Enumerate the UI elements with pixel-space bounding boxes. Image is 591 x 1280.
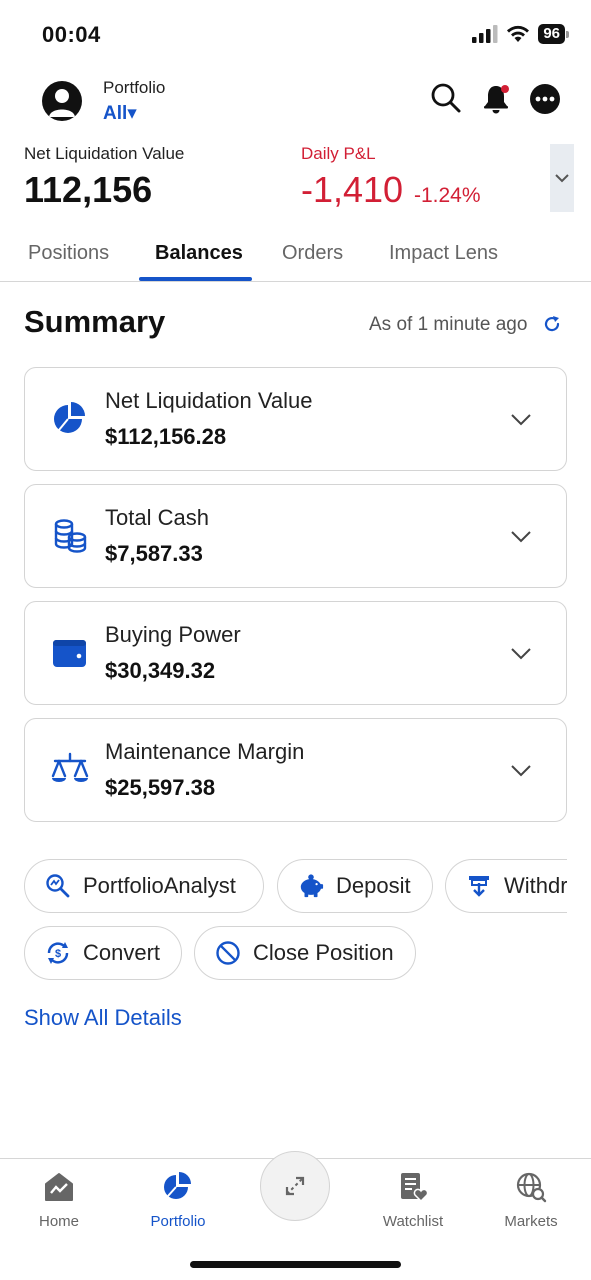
battery-tip [566,30,569,38]
search-button[interactable] [428,80,464,116]
analyst-icon [46,874,70,898]
nav-label: Portfolio [150,1213,206,1230]
daily-pnl-percent: -1.24% [414,184,481,207]
account-totals: Net Liquidation Value 112,156 Daily P&L … [0,140,591,216]
nlv-label: Net Liquidation Value [24,144,185,163]
convert-button[interactable]: $ Convert [24,926,182,980]
app-header: Portfolio All▾ [0,72,591,132]
chevron-down-icon [511,531,531,543]
chevron-down-icon [555,174,569,183]
currency-convert-icon: $ [47,942,69,964]
pill-label: PortfolioAnalyst [83,873,236,898]
card-buying-power[interactable]: Buying Power $30,349.32 [24,601,567,705]
card-label: Maintenance Margin [105,739,305,764]
coins-icon [54,519,87,553]
expand-arrows-icon [285,1176,305,1196]
pill-label: Withdraw [504,873,567,898]
home-chart-icon [45,1173,73,1201]
card-value: $7,587.33 [105,541,203,566]
card-value: $25,597.38 [105,775,216,800]
bottom-nav: Home Portfolio Watchlist Markets [0,1151,591,1280]
piggy-bank-icon [300,874,324,898]
status-time: 00:04 [42,22,101,47]
pill-label: Deposit [336,873,411,898]
daily-pnl-value: -1,410 [301,169,404,210]
show-all-details-link[interactable]: Show All Details [24,1005,182,1031]
signal-icon [472,25,498,43]
svg-text:$: $ [55,948,61,960]
nav-markets[interactable]: Markets [481,1171,581,1230]
more-icon [535,96,555,102]
nav-portfolio[interactable]: Portfolio [128,1171,228,1230]
summary-timestamp: As of 1 minute ago [369,314,528,335]
chevron-down-icon [511,648,531,660]
nlv-value: 112,156 [24,169,153,210]
close-position-button[interactable]: Close Position [194,926,416,980]
expand-totals-button[interactable] [550,144,574,212]
tab-impact-lens[interactable]: Impact Lens [389,242,498,265]
tab-positions[interactable]: Positions [28,242,109,265]
pie-chart-icon [54,402,85,433]
card-label: Total Cash [105,505,209,530]
battery-indicator: 96 [538,24,569,44]
battery-level: 96 [538,24,565,44]
nav-label: Watchlist [382,1213,444,1230]
card-net-liquidation-value[interactable]: Net Liquidation Value $112,156.28 [24,367,567,471]
pill-label: Close Position [253,940,394,965]
watchlist-icon [401,1173,429,1203]
daily-pnl-label: Daily P&L [301,144,376,163]
card-maintenance-margin[interactable]: Maintenance Margin $25,597.38 [24,718,567,822]
card-value: $30,349.32 [105,658,216,683]
tab-balances[interactable]: Balances [155,242,243,265]
bell-icon [484,85,509,114]
withdraw-icon [469,876,489,897]
more-button[interactable] [530,84,560,114]
card-label: Net Liquidation Value [105,388,313,413]
scale-icon [51,752,89,782]
active-tab-indicator [139,277,252,281]
portfolio-selector[interactable]: All▾ [103,102,137,125]
withdraw-button[interactable]: Withdraw [445,859,567,913]
portfolio-caption: Portfolio [103,78,166,97]
wifi-icon [507,25,530,42]
refresh-icon[interactable] [542,314,562,334]
expand-trade-button[interactable] [260,1151,330,1221]
avatar[interactable] [42,81,82,121]
nav-label: Markets [504,1213,558,1230]
pill-label: Convert [83,940,161,965]
summary-title: Summary [24,304,166,339]
search-icon [431,83,461,113]
user-icon [49,89,75,117]
nav-watchlist[interactable]: Watchlist [363,1171,463,1230]
globe-search-icon [516,1172,547,1203]
status-bar: 00:04 96 [0,0,591,70]
portfolioanalyst-button[interactable]: PortfolioAnalyst [24,859,264,913]
card-value: $112,156.28 [105,424,227,449]
notifications-button[interactable] [478,80,514,116]
prohibited-icon [216,941,240,965]
card-label: Buying Power [105,622,241,647]
nav-label: Home [38,1213,79,1230]
home-indicator [190,1261,401,1268]
card-total-cash[interactable]: Total Cash $7,587.33 [24,484,567,588]
nav-home[interactable]: Home [9,1171,109,1230]
chevron-down-icon [511,414,531,426]
deposit-button[interactable]: Deposit [277,859,433,913]
wallet-icon [53,640,86,667]
status-icons: 96 [472,24,569,44]
pie-chart-icon [164,1172,191,1199]
portfolio-tabs: Positions Balances Orders Impact Lens [0,232,591,282]
chevron-down-icon [511,765,531,777]
tab-orders[interactable]: Orders [282,242,343,265]
